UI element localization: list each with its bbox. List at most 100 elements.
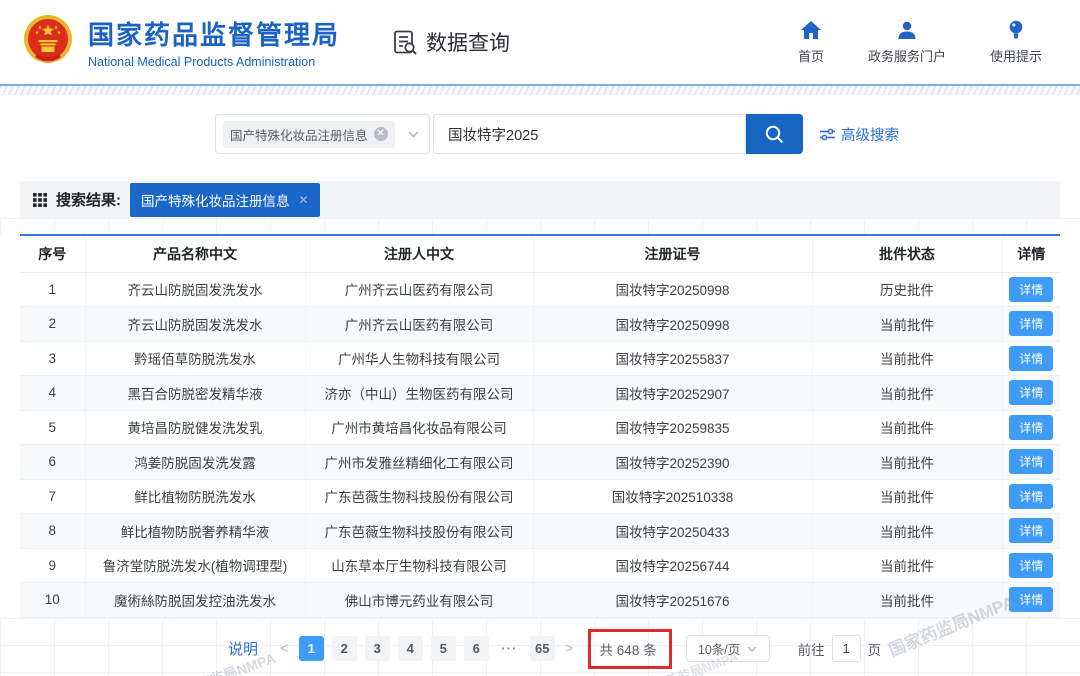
bulb-icon [1009, 20, 1023, 38]
cell-cert-no: 国妆特字20251676 [533, 582, 813, 618]
table-row: 10 魔術絲防脱固发控油洗发水 佛山市博元药业有限公司 国妆特字20251676 当前批… [20, 582, 1060, 618]
result-filter-tag-label: 国产特殊化妆品注册信息 [141, 193, 290, 209]
cell-detail: 详情 [1002, 306, 1060, 342]
cell-registrant: 山东草本厅生物科技有限公司 [305, 548, 534, 583]
col-header-cert-no: 注册证号 [533, 235, 813, 273]
tag-close-icon[interactable]: ✕ [299, 193, 309, 207]
advanced-search-link[interactable]: 高级搜索 [820, 124, 899, 145]
table-row: 3 黔瑶佰草防脱洗发水 广州华人生物科技有限公司 国妆特字20255837 当前批件 详情 [20, 341, 1060, 376]
col-header-index: 序号 [20, 235, 86, 273]
cell-cert-no: 国妆特字20252907 [533, 375, 813, 411]
cell-cert-no: 国妆特字20250433 [533, 513, 813, 549]
cell-status: 当前批件 [812, 582, 1003, 618]
page-size-value: 10条/页 [697, 643, 741, 657]
cell-index: 10 [20, 582, 86, 618]
cell-detail: 详情 [1002, 548, 1060, 583]
detail-button[interactable]: 详情 [1009, 345, 1054, 371]
detail-button[interactable]: 详情 [1009, 483, 1054, 509]
cell-product: 鲜比植物防脱洗发水 [85, 479, 306, 514]
cell-registrant: 广东芭薇生物科技股份有限公司 [305, 479, 534, 514]
detail-button[interactable]: 详情 [1009, 449, 1054, 475]
total-count-label: 共 648 条 [599, 642, 657, 658]
pager-pages: 1 2 3 4 5 6 ··· 65 [295, 636, 559, 661]
table-row: 9 鲁济堂防脱洗发水(植物调理型) 山东草本厅生物科技有限公司 国妆特字2025674… [20, 548, 1060, 583]
detail-button[interactable]: 详情 [1009, 311, 1054, 337]
col-header-registrant: 注册人中文 [305, 235, 534, 273]
detail-button[interactable]: 详情 [1009, 587, 1054, 613]
jump-prefix: 前往 [797, 642, 825, 658]
pager-page-3[interactable]: 3 [364, 636, 390, 661]
background-grid-strip [0, 218, 1080, 234]
pager-page-5[interactable]: 5 [430, 636, 456, 661]
nav-item-usage-tips[interactable]: 使用提示 [990, 20, 1042, 65]
pagination-section: 说明 < 123456 ··· 65 > 共 648 条 10条/页 前往 页 国家… [0, 592, 1080, 676]
watermark-text: 国家药监局NMPA [168, 649, 278, 676]
decorative-hatch-divider [0, 86, 1080, 95]
pager-ellipsis[interactable]: ··· [497, 636, 522, 661]
cell-registrant: 佛山市博元药业有限公司 [305, 582, 534, 618]
jump-page-input[interactable] [831, 635, 861, 662]
table-row: 4 黑百合防脱密发精华液 济亦（中山）生物医药有限公司 国妆特字20252907 当前批… [20, 375, 1060, 411]
category-tag[interactable]: 国产特殊化妆品注册信息 ✕ [223, 120, 395, 148]
cell-detail: 详情 [1002, 375, 1060, 411]
cell-status: 历史批件 [812, 272, 1003, 307]
detail-button[interactable]: 详情 [1009, 552, 1054, 578]
col-header-detail: 详情 [1002, 235, 1060, 273]
detail-button[interactable]: 详情 [1009, 518, 1054, 544]
table-row: 5 黄培昌防脱健发洗发乳 广州市黄培昌化妆品有限公司 国妆特字20259835 当前批件… [20, 410, 1060, 445]
magnifier-icon [765, 125, 784, 143]
nav-item-home[interactable]: 首页 [798, 20, 824, 65]
cell-product: 鲁济堂防脱洗发水(植物调理型) [85, 548, 306, 583]
cell-registrant: 广州齐云山医药有限公司 [305, 306, 534, 342]
pager-page-4[interactable]: 4 [397, 636, 423, 661]
module-title: 数据查询 [392, 27, 510, 57]
cell-index: 8 [20, 513, 86, 549]
page-size-select[interactable]: 10条/页 [685, 635, 770, 662]
pager-next-icon[interactable]: > [565, 640, 574, 657]
detail-button[interactable]: 详情 [1009, 414, 1054, 440]
category-select[interactable]: 国产特殊化妆品注册信息 ✕ [215, 114, 430, 154]
table-row: 2 齐云山防脱固发洗发水 广州齐云山医药有限公司 国妆特字20250998 当前批件 详情 [20, 306, 1060, 342]
table-row: 1 齐云山防脱固发洗发水 广州齐云山医药有限公司 国妆特字20250998 历史批件 详情 [20, 272, 1060, 307]
app-header: 国家药品监督管理局 National Medical Products Admi… [0, 0, 1080, 86]
cell-detail: 详情 [1002, 513, 1060, 549]
cell-registrant: 广州华人生物科技有限公司 [305, 341, 534, 376]
cell-index: 6 [20, 444, 86, 480]
detail-button[interactable]: 详情 [1009, 276, 1054, 302]
search-button[interactable] [746, 114, 803, 154]
chevron-down-icon [747, 645, 757, 652]
detail-button[interactable]: 详情 [1009, 380, 1054, 406]
cell-cert-no: 国妆特字20252390 [533, 444, 813, 480]
cell-status: 当前批件 [812, 513, 1003, 549]
pager-page-65[interactable]: 65 [529, 636, 555, 661]
cell-status: 当前批件 [812, 410, 1003, 445]
search-input[interactable] [433, 114, 746, 154]
nav-item-gov-portal[interactable]: 政务服务门户 [868, 20, 946, 65]
nav-label: 使用提示 [989, 48, 1042, 64]
tag-remove-icon[interactable]: ✕ [373, 127, 388, 141]
advanced-search-label: 高级搜索 [841, 127, 899, 144]
table-row: 7 鲜比植物防脱洗发水 广东芭薇生物科技股份有限公司 国妆特字202510338 当前批… [20, 479, 1060, 514]
cell-detail: 详情 [1002, 479, 1060, 514]
national-emblem-icon [24, 15, 72, 63]
pager-page-2[interactable]: 2 [331, 636, 357, 661]
pager-page-1[interactable]: 1 [298, 636, 324, 661]
total-count-annotation: 共 648 条 [587, 628, 672, 669]
note-link[interactable]: 说明 [228, 638, 258, 659]
cell-cert-no: 国妆特字20250998 [533, 272, 813, 307]
cell-registrant: 广州齐云山医药有限公司 [305, 272, 534, 307]
data-query-icon [394, 30, 417, 55]
module-title-label: 数据查询 [426, 32, 511, 55]
result-filter-tag[interactable]: 国产特殊化妆品注册信息 ✕ [130, 182, 320, 217]
cell-detail: 详情 [1002, 410, 1060, 445]
nmpa-logo: 国家药品监督管理局 National Medical Products Admi… [22, 14, 340, 70]
cell-detail: 详情 [1002, 341, 1060, 376]
pager-page-6[interactable]: 6 [463, 636, 489, 661]
cell-product: 鲜比植物防脱奢养精华液 [85, 513, 306, 549]
results-bar: 搜索结果: 国产特殊化妆品注册信息 ✕ [20, 181, 1060, 218]
cell-index: 3 [20, 341, 86, 376]
pager-prev-icon[interactable]: < [280, 640, 289, 657]
cell-product: 黄培昌防脱健发洗发乳 [85, 410, 306, 445]
person-icon [898, 21, 916, 39]
nav-label: 首页 [797, 48, 824, 64]
